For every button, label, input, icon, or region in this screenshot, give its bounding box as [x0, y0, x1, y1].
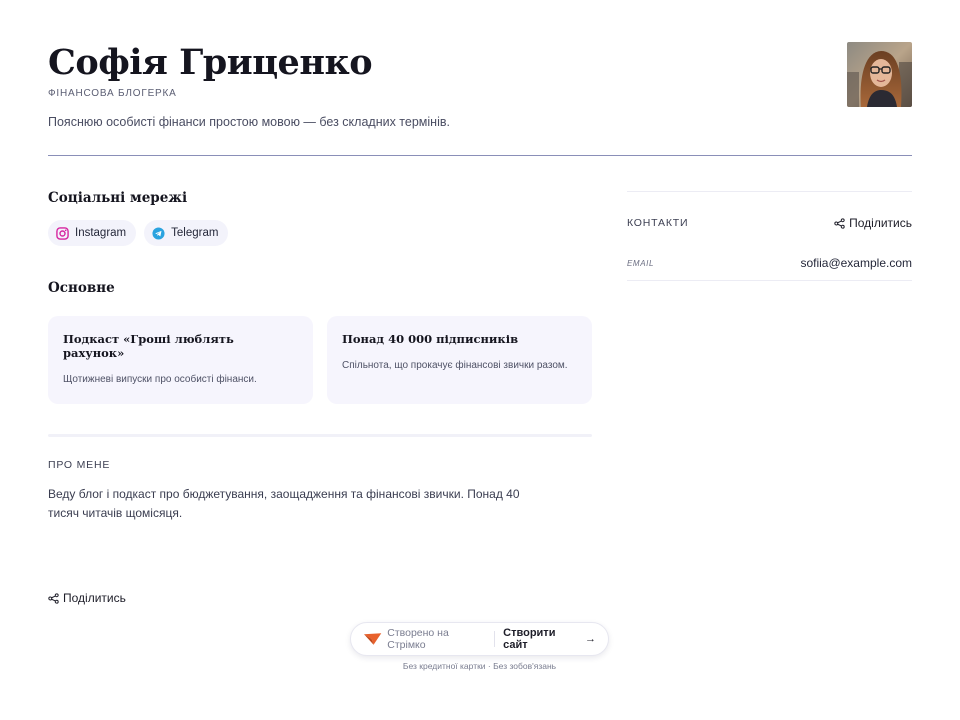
info-card: Подкаст «Гроші люблять рахунок» Щотижнев… — [48, 316, 313, 404]
info-card-description: Спільнота, що прокачує фінансові звички … — [342, 360, 568, 371]
avatar — [847, 42, 912, 107]
social-link-label: Telegram — [171, 227, 219, 239]
main-column: Соціальні мережі Instagram Telegram Осно… — [48, 190, 592, 523]
share-label: Поділитись — [63, 591, 126, 605]
social-link-label: Instagram — [75, 227, 127, 239]
create-site-link[interactable]: Створити сайт — [503, 627, 580, 651]
section-divider — [48, 434, 592, 437]
instagram-icon — [56, 226, 69, 240]
info-card-title: Подкаст «Гроші люблять рахунок» — [63, 332, 234, 360]
made-with-label: Створено на Стрімко — [387, 627, 449, 651]
social-title: Соціальні мережі — [48, 190, 188, 206]
social-link-instagram[interactable]: Instagram — [48, 220, 137, 246]
avatar-photo — [847, 42, 912, 107]
footer-note: Без кредитної картки · Без зобов'язань — [402, 661, 557, 671]
share-icon — [834, 217, 845, 229]
arrow-right-icon: → — [585, 633, 597, 645]
badge-separator — [494, 631, 496, 647]
contacts-panel: КОНТАКТИ Поділитись EMAIL sofiia@example… — [627, 191, 912, 281]
contacts-label: КОНТАКТИ — [627, 217, 689, 229]
strimko-logo-icon — [363, 633, 382, 645]
made-with-badge[interactable]: Створено на Стрімко Створити сайт → — [350, 622, 609, 656]
about-label: ПРО МЕНЕ — [48, 459, 111, 471]
contacts-header: КОНТАКТИ Поділитись — [627, 192, 912, 254]
profile-tagline: Пояснюю особисті фінанси простою мовою —… — [48, 115, 450, 129]
contact-row-email: EMAIL sofiia@example.com — [627, 254, 912, 281]
footer-share-button[interactable]: Поділитись — [48, 591, 126, 605]
profile-header: Софія Гриценко ФІНАНСОВА БЛОГЕРКА Поясню… — [48, 40, 912, 156]
info-card-title: Понад 40 000 підписників — [342, 332, 519, 346]
profile-role: ФІНАНСОВА БЛОГЕРКА — [48, 88, 177, 99]
info-card-description: Щотижневі випуски про особисті фінанси. — [63, 374, 257, 385]
info-card: Понад 40 000 підписників Спільнота, що п… — [327, 316, 592, 404]
telegram-icon — [152, 226, 165, 240]
email-link[interactable]: sofiia@example.com — [800, 256, 912, 270]
basic-title: Основне — [48, 280, 115, 296]
profile-name: Софія Гриценко — [48, 42, 373, 83]
social-links: Instagram Telegram — [48, 220, 592, 246]
about-text: Веду блог і подкаст про бюджетування, за… — [48, 487, 520, 520]
contact-key: EMAIL — [627, 258, 655, 268]
share-icon — [48, 592, 59, 604]
contacts-share-button[interactable]: Поділитись — [834, 216, 912, 230]
basic-cards: Подкаст «Гроші люблять рахунок» Щотижнев… — [48, 316, 592, 404]
social-link-telegram[interactable]: Telegram — [144, 220, 229, 246]
share-label: Поділитись — [849, 216, 912, 230]
